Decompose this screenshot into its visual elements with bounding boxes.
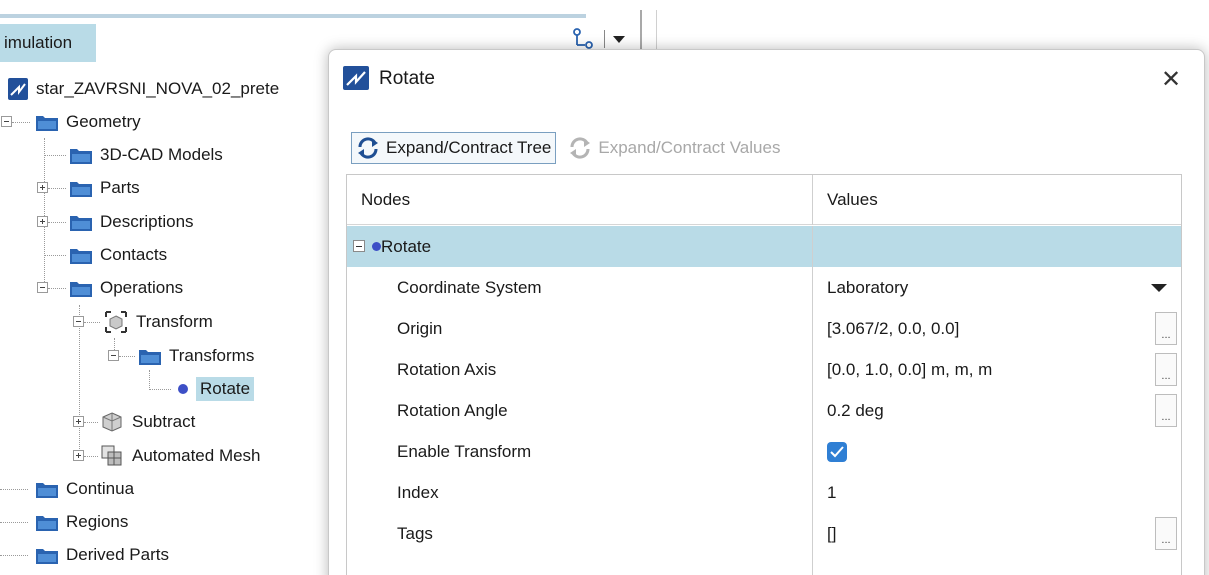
collapse-icon[interactable] xyxy=(353,240,365,252)
expander-parts[interactable] xyxy=(37,182,48,193)
folder-icon xyxy=(70,249,92,264)
expander-operations[interactable] xyxy=(37,282,48,293)
panel-divider xyxy=(656,10,657,50)
expander-transforms[interactable] xyxy=(108,350,119,361)
expander-geometry[interactable] xyxy=(1,116,12,127)
property-grid: Nodes Values Rotate Coordinate System La… xyxy=(346,174,1182,575)
checkmark-icon xyxy=(830,446,844,458)
tree-item-continua[interactable]: Continua xyxy=(36,474,134,504)
column-header-nodes[interactable]: Nodes xyxy=(347,175,410,225)
chevron-down-icon[interactable] xyxy=(613,35,625,43)
tree-item-subtract[interactable]: Subtract xyxy=(100,407,195,437)
tags-value[interactable]: [] xyxy=(827,513,836,554)
expander-transform[interactable] xyxy=(73,316,84,327)
tree-item-operations[interactable]: Operations xyxy=(70,273,183,303)
rotation-axis-value[interactable]: [0.0, 1.0, 0.0] m, m, m xyxy=(827,349,992,390)
node-dot-icon xyxy=(372,242,381,251)
expand-contract-values-button[interactable]: Expand/Contract Values xyxy=(564,132,784,164)
grid-row-enable-transform[interactable]: Enable Transform xyxy=(347,431,1181,472)
folder-icon xyxy=(36,549,58,564)
tree-item-transform[interactable]: Transform xyxy=(104,307,213,337)
transform-icon xyxy=(105,311,127,333)
app-icon xyxy=(343,66,369,90)
expand-contract-tree-button[interactable]: Expand/Contract Tree xyxy=(351,132,557,164)
mesh-icon xyxy=(101,445,122,466)
folder-icon xyxy=(36,483,58,498)
grid-row-tags[interactable]: Tags [] ... xyxy=(347,513,1181,554)
folder-icon xyxy=(70,282,92,297)
dialog-title: Rotate xyxy=(379,68,435,89)
expander-automated-mesh[interactable] xyxy=(73,450,84,461)
tree-item-contacts[interactable]: Contacts xyxy=(70,240,167,270)
close-button[interactable]: ✕ xyxy=(1156,64,1186,94)
panel-splitter[interactable] xyxy=(640,10,642,50)
tree-item-3d-cad-models[interactable]: 3D-CAD Models xyxy=(70,140,223,170)
simulation-tab[interactable]: imulation xyxy=(0,24,96,62)
dialog-titlebar[interactable]: Rotate ✕ xyxy=(329,50,1204,108)
grid-row-index[interactable]: Index 1 xyxy=(347,472,1181,513)
column-divider[interactable] xyxy=(812,175,813,225)
coordinate-system-select[interactable]: Laboratory xyxy=(827,267,908,308)
grid-row-rotation-axis[interactable]: Rotation Axis [0.0, 1.0, 0.0] m, m, m ..… xyxy=(347,349,1181,390)
folder-icon xyxy=(36,116,58,131)
tree-item-regions[interactable]: Regions xyxy=(36,507,128,537)
refresh-icon xyxy=(570,137,591,159)
folder-icon xyxy=(70,149,92,164)
rotation-axis-edit-button[interactable]: ... xyxy=(1155,353,1177,386)
origin-value[interactable]: [3.067/2, 0.0, 0.0] xyxy=(827,308,959,349)
grid-row-rotate-group[interactable]: Rotate xyxy=(347,226,1181,267)
expander-descriptions[interactable] xyxy=(37,216,48,227)
tree-item-rotate[interactable]: Rotate xyxy=(178,374,255,404)
tree-connector xyxy=(149,370,150,390)
tree-connector xyxy=(44,138,45,288)
tree-item-geometry[interactable]: Geometry xyxy=(36,107,141,137)
grid-row-rotation-angle[interactable]: Rotation Angle 0.2 deg ... xyxy=(347,390,1181,431)
grid-row-origin[interactable]: Origin [3.067/2, 0.0, 0.0] ... xyxy=(347,308,1181,349)
tree-item-transforms[interactable]: Transforms xyxy=(139,341,254,371)
node-dot-icon xyxy=(178,384,188,394)
tree-connector xyxy=(79,305,80,455)
folder-icon xyxy=(36,516,58,531)
rotation-angle-edit-button[interactable]: ... xyxy=(1155,394,1177,427)
panel-top-border xyxy=(0,14,586,18)
tree-item-root[interactable]: star_ZAVRSNI_NOVA_02_prete xyxy=(8,74,279,104)
folder-icon xyxy=(70,182,92,197)
close-icon: ✕ xyxy=(1160,65,1182,93)
simulation-icon xyxy=(8,78,28,100)
index-value[interactable]: 1 xyxy=(827,472,836,513)
folder-icon xyxy=(139,350,161,365)
subtract-icon xyxy=(102,412,122,432)
tree-item-parts[interactable]: Parts xyxy=(70,173,140,203)
origin-edit-button[interactable]: ... xyxy=(1155,312,1177,345)
tags-edit-button[interactable]: ... xyxy=(1155,517,1177,550)
toolbar-separator xyxy=(604,30,605,48)
column-header-values[interactable]: Values xyxy=(813,175,878,225)
dialog-toolbar: Expand/Contract Tree Expand/Contract Val… xyxy=(351,132,784,164)
expander-subtract[interactable] xyxy=(73,416,84,427)
rotation-angle-value[interactable]: 0.2 deg xyxy=(827,390,884,431)
tree-item-descriptions[interactable]: Descriptions xyxy=(70,207,194,237)
grid-row-coordinate-system[interactable]: Coordinate System Laboratory xyxy=(347,267,1181,308)
enable-transform-checkbox[interactable] xyxy=(827,442,847,462)
rotate-dialog: Rotate ✕ Expand/Contract Tree Expand/Con… xyxy=(328,49,1205,575)
refresh-icon xyxy=(358,137,378,159)
tree-item-automated-mesh[interactable]: Automated Mesh xyxy=(100,441,261,471)
grid-header: Nodes Values xyxy=(347,175,1181,225)
tree-item-derived-parts[interactable]: Derived Parts xyxy=(36,540,169,570)
folder-icon xyxy=(70,216,92,231)
chevron-down-icon[interactable] xyxy=(1151,284,1167,292)
